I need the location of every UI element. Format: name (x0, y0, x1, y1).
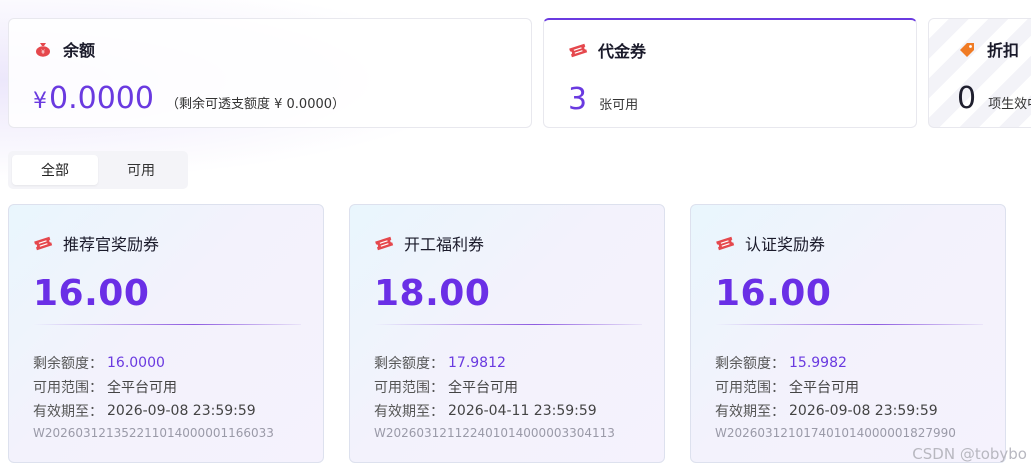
scope-label: 可用范围： (715, 380, 785, 396)
voucher-summary-card[interactable]: 代金券 3 张可用 (543, 18, 917, 128)
scope-label: 可用范围： (374, 380, 444, 396)
tab-all[interactable]: 全部 (12, 155, 98, 185)
balance-title: 余额 (63, 41, 96, 60)
voucher-card[interactable]: 推荐官奖励券 16.00 剩余额度： 16.0000 可用范围： 全平台可用 有效期… (8, 204, 324, 463)
voucher-amount: 18.00 (374, 273, 491, 314)
discount-count-unit: 项生效中 (988, 97, 1031, 112)
balance-card: ¥ 余额 ¥ 0.0000 （剩余可透支额度 ¥ 0.0000） (8, 18, 532, 128)
watermark: CSDN @tobybo (912, 445, 1027, 463)
voucher-code: W202603121017401014000001827990 (715, 426, 956, 440)
voucher-card[interactable]: 开工福利券 18.00 剩余额度： 17.9812 可用范围： 全平台可用 有效期至… (349, 204, 665, 463)
ticket-icon (715, 235, 735, 251)
voucher-summary-title: 代金券 (598, 42, 647, 61)
expiry-label: 有效期至： (374, 404, 444, 420)
expiry-label: 有效期至： (33, 404, 103, 420)
voucher-amount: 16.00 (715, 273, 832, 314)
balance-amount: 0.0000 (49, 81, 154, 116)
ticket-icon (568, 42, 588, 58)
remaining-value: 16.0000 (107, 355, 165, 371)
tag-icon (957, 41, 977, 57)
voucher-code: W202603121122401014000003304113 (374, 426, 615, 440)
scope-value: 全平台可用 (448, 380, 518, 396)
scope-value: 全平台可用 (789, 380, 859, 396)
voucher-code: W202603121352211014000001166033 (33, 426, 274, 440)
divider (33, 324, 301, 325)
expiry-value: 2026-09-08 23:59:59 (789, 403, 938, 419)
voucher-count-unit: 张可用 (599, 98, 639, 113)
discount-summary-title: 折扣 (987, 41, 1020, 60)
expiry-label: 有效期至： (715, 404, 785, 420)
remaining-label: 剩余额度： (715, 356, 785, 372)
scope-label: 可用范围： (33, 380, 103, 396)
svg-text:¥: ¥ (41, 49, 45, 56)
divider (715, 324, 983, 325)
voucher-count: 3 (568, 82, 588, 117)
money-bag-icon: ¥ (33, 41, 53, 57)
ticket-icon (374, 235, 394, 251)
expiry-value: 2026-04-11 23:59:59 (448, 403, 597, 419)
discount-count: 0 (957, 81, 977, 116)
voucher-name: 认证奖励券 (745, 235, 826, 254)
voucher-name: 开工福利券 (404, 235, 485, 254)
currency-symbol: ¥ (33, 89, 47, 114)
voucher-name: 推荐官奖励券 (63, 235, 160, 254)
tab-available[interactable]: 可用 (98, 155, 184, 185)
remaining-label: 剩余额度： (374, 356, 444, 372)
remaining-value: 15.9982 (789, 355, 847, 371)
ticket-icon (33, 235, 53, 251)
remaining-value: 17.9812 (448, 355, 506, 371)
remaining-label: 剩余额度： (33, 356, 103, 372)
overdraft-note: （剩余可透支额度 ¥ 0.0000） (165, 97, 346, 112)
filter-tabs: 全部 可用 (8, 151, 188, 189)
scope-value: 全平台可用 (107, 380, 177, 396)
voucher-card[interactable]: 认证奖励券 16.00 剩余额度： 15.9982 可用范围： 全平台可用 有效期至… (690, 204, 1006, 463)
divider (374, 324, 642, 325)
expiry-value: 2026-09-08 23:59:59 (107, 403, 256, 419)
discount-summary-card[interactable]: 折扣 0 项生效中 (928, 18, 1031, 128)
voucher-amount: 16.00 (33, 273, 150, 314)
